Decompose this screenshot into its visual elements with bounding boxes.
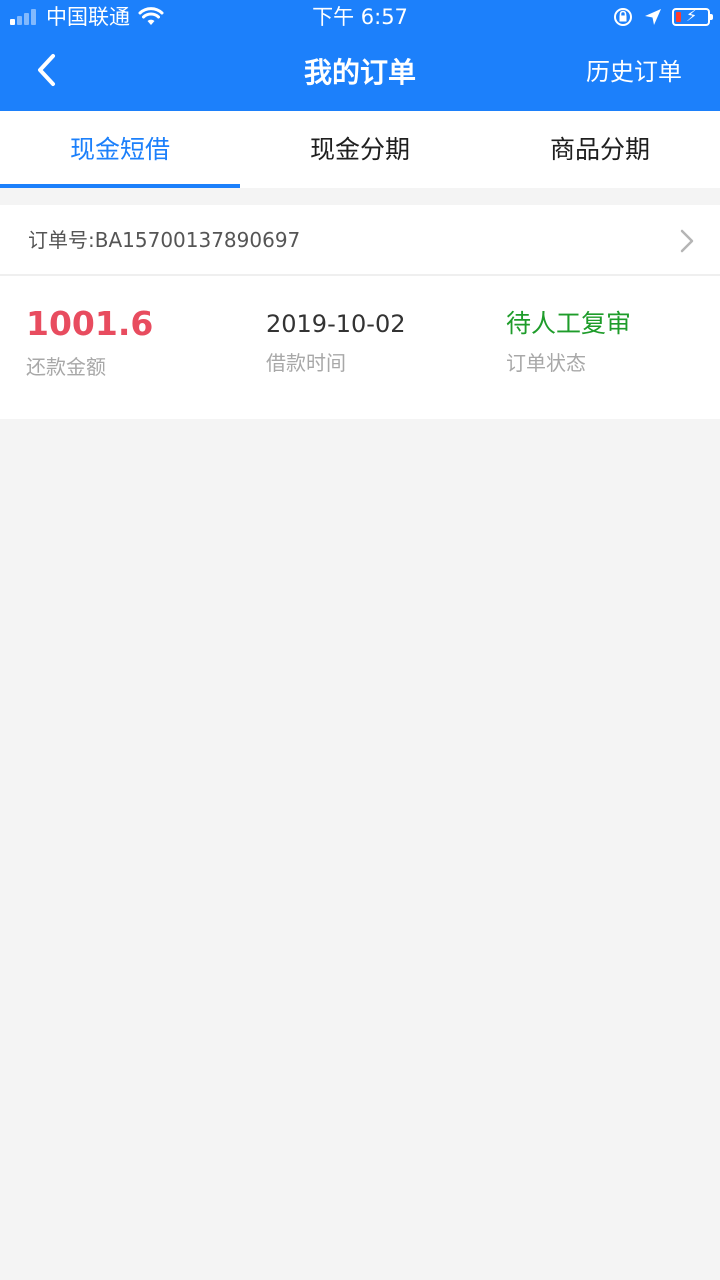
tab-cash-short-loan[interactable]: 现金短借: [0, 111, 240, 188]
chevron-left-icon: [38, 54, 55, 86]
loan-date-label: 借款时间: [266, 351, 346, 375]
location-icon: [645, 9, 661, 25]
chevron-right-icon: [680, 229, 694, 253]
order-number: 订单号:BA15700137890697: [28, 228, 301, 252]
tab-goods-installment[interactable]: 商品分期: [480, 111, 720, 188]
order-status-block: 待人工复审 订单状态: [506, 303, 631, 376]
order-status-label: 订单状态: [506, 351, 586, 375]
battery-icon: ⚡: [672, 7, 713, 26]
status-bar: 中国联通 下午 6:57 ⚡: [0, 0, 720, 34]
repayment-amount-label: 还款金额: [26, 355, 106, 379]
tab-cash-installment[interactable]: 现金分期: [240, 111, 480, 188]
history-orders-button[interactable]: 历史订单: [586, 34, 682, 111]
repayment-amount-block: 1001.6 还款金额: [26, 303, 153, 380]
app-header: 中国联通 下午 6:57 ⚡ 我的订单 历史订单: [0, 0, 720, 111]
repayment-amount: 1001.6: [26, 304, 154, 343]
order-status: 待人工复审: [506, 309, 632, 338]
loan-date-block: 2019-10-02 借款时间: [266, 303, 405, 376]
orientation-lock-icon: [614, 8, 632, 26]
status-right: ⚡: [612, 0, 713, 34]
order-card: 订单号:BA15700137890697 1001.6 还款金额 2019-10…: [0, 205, 720, 419]
tab-bar: 现金短借 现金分期 商品分期: [0, 111, 720, 188]
loan-date: 2019-10-02: [266, 310, 406, 338]
order-number-row[interactable]: 订单号:BA15700137890697: [0, 205, 720, 276]
nav-bar: 我的订单 历史订单: [0, 34, 720, 111]
order-details: 1001.6 还款金额 2019-10-02 借款时间 待人工复审 订单状态: [0, 276, 720, 419]
back-button[interactable]: [24, 48, 68, 92]
